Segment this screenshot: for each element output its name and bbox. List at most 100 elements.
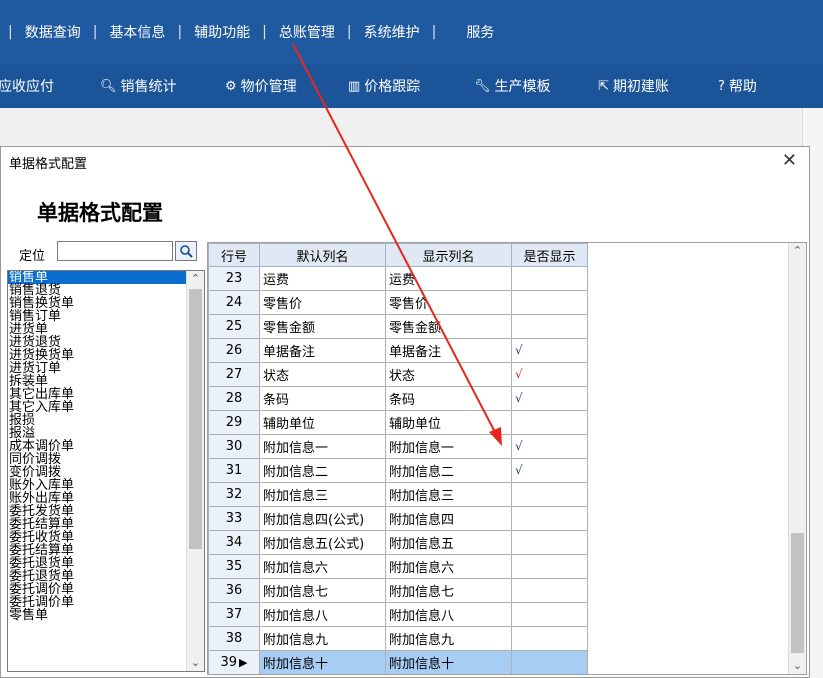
display-name-cell[interactable]: 运费 bbox=[385, 266, 512, 291]
table-row[interactable]: 33 附加信息四(公式) 附加信息四 bbox=[208, 506, 588, 531]
menu-item-3[interactable]: 总账管理 bbox=[279, 22, 335, 42]
row-number-cell[interactable]: 31 bbox=[208, 458, 260, 483]
display-name-cell[interactable]: 条码 bbox=[385, 386, 512, 411]
table-row[interactable]: 23 运费 运费 bbox=[208, 266, 588, 291]
row-number-cell[interactable]: 36 bbox=[208, 578, 260, 603]
display-name-cell[interactable]: 附加信息九 bbox=[385, 626, 512, 651]
row-number-cell[interactable]: 26 bbox=[208, 338, 260, 363]
row-number-cell[interactable]: 34 bbox=[208, 530, 260, 555]
doc-type-list[interactable]: 销售单 销售退货 销售换货单 销售订单 进货单 进货退货 进货换货单 进货订单 拆装单 其它出库单… bbox=[7, 270, 205, 672]
show-checkbox-cell[interactable] bbox=[511, 602, 588, 627]
show-checkbox-cell[interactable] bbox=[511, 578, 588, 603]
show-checkbox-cell[interactable]: √ bbox=[511, 458, 588, 483]
toolbar-item-1[interactable]: 🔍︎ 销售统计 bbox=[100, 76, 177, 96]
table-row[interactable]: 35 附加信息六 附加信息六 bbox=[208, 554, 588, 579]
display-name-cell[interactable]: 零售价 bbox=[385, 290, 512, 315]
row-number-cell[interactable]: 39 ▶ bbox=[208, 650, 260, 674]
row-number-cell[interactable]: 38 bbox=[208, 626, 260, 651]
display-name-cell[interactable]: 附加信息七 bbox=[385, 578, 512, 603]
table-row[interactable]: 31 附加信息二 附加信息二 √ bbox=[208, 458, 588, 483]
row-number-cell[interactable]: 27 bbox=[208, 362, 260, 387]
col-header-show[interactable]: 是否显示 bbox=[511, 243, 588, 267]
row-number-cell[interactable]: 35 bbox=[208, 554, 260, 579]
table-row[interactable]: 39 ▶ 附加信息十 附加信息十 bbox=[208, 650, 588, 674]
toolbar-item-label: 物价管理 bbox=[240, 79, 297, 95]
table-row[interactable]: 26 单据备注 单据备注 √ bbox=[208, 338, 588, 363]
toolbar-item-0[interactable]: 应收应付 bbox=[0, 76, 54, 96]
menu-item-4[interactable]: 系统维护 bbox=[364, 22, 420, 42]
display-name-cell[interactable]: 附加信息一 bbox=[385, 434, 512, 459]
row-number-cell[interactable]: 28 bbox=[208, 386, 260, 411]
table-row[interactable]: 32 附加信息三 附加信息三 bbox=[208, 482, 588, 507]
table-row[interactable]: 34 附加信息五(公式) 附加信息五 bbox=[208, 530, 588, 555]
display-name-cell[interactable]: 状态 bbox=[385, 362, 512, 387]
row-number-cell[interactable]: 32 bbox=[208, 482, 260, 507]
scrollbar-thumb[interactable] bbox=[189, 289, 202, 549]
row-number-cell[interactable]: 37 bbox=[208, 602, 260, 627]
show-checkbox-cell[interactable] bbox=[511, 554, 588, 579]
scrollbar-thumb[interactable] bbox=[791, 533, 804, 653]
display-name-cell[interactable]: 附加信息四 bbox=[385, 506, 512, 531]
table-row[interactable]: 29 辅助单位 辅助单位 bbox=[208, 410, 588, 435]
display-name-cell[interactable]: 附加信息六 bbox=[385, 554, 512, 579]
toolbar-item-5[interactable]: ⇱ 期初建账 bbox=[598, 76, 669, 96]
col-header-default-name[interactable]: 默认列名 bbox=[259, 243, 386, 267]
table-row[interactable]: 30 附加信息一 附加信息一 √ bbox=[208, 434, 588, 459]
row-number-cell[interactable]: 33 bbox=[208, 506, 260, 531]
table-row[interactable]: 37 附加信息八 附加信息八 bbox=[208, 602, 588, 627]
menu-item-0[interactable]: 数据查询 bbox=[25, 22, 81, 42]
menu-item-5[interactable]: 服务 bbox=[466, 22, 494, 42]
grid-scrollbar[interactable]: ⌃ ⌄ bbox=[788, 243, 806, 674]
show-checkbox-cell[interactable] bbox=[511, 314, 588, 339]
row-number-cell[interactable]: 30 bbox=[208, 434, 260, 459]
show-checkbox-cell[interactable] bbox=[511, 530, 588, 555]
locate-input[interactable] bbox=[57, 241, 173, 261]
scroll-up-icon[interactable]: ⌃ bbox=[187, 271, 204, 287]
search-icon[interactable] bbox=[175, 241, 197, 261]
show-checkbox-cell[interactable] bbox=[511, 626, 588, 651]
toolbar-item-4[interactable]: 🔧︎ 生产模板 bbox=[474, 76, 551, 96]
display-name-cell[interactable]: 单据备注 bbox=[385, 338, 512, 363]
display-name-cell[interactable]: 附加信息二 bbox=[385, 458, 512, 483]
show-checkbox-cell[interactable]: √ bbox=[511, 362, 588, 387]
display-name-cell[interactable]: 零售金额 bbox=[385, 314, 512, 339]
menu-item-1[interactable]: 基本信息 bbox=[109, 22, 165, 42]
display-name-cell[interactable]: 附加信息三 bbox=[385, 482, 512, 507]
row-number: 30 bbox=[225, 439, 243, 454]
table-row[interactable]: 24 零售价 零售价 bbox=[208, 290, 588, 315]
show-checkbox-cell[interactable] bbox=[511, 266, 588, 291]
show-checkbox-cell[interactable] bbox=[511, 506, 588, 531]
table-row[interactable]: 38 附加信息九 附加信息九 bbox=[208, 626, 588, 651]
show-checkbox-cell[interactable] bbox=[511, 482, 588, 507]
table-row[interactable]: 28 条码 条码 √ bbox=[208, 386, 588, 411]
list-item[interactable]: 零售单 bbox=[8, 609, 186, 622]
table-row[interactable]: 27 状态 状态 √ bbox=[208, 362, 588, 387]
scroll-down-icon[interactable]: ⌄ bbox=[789, 658, 806, 674]
toolbar-item-6[interactable]: ? 帮助 bbox=[718, 76, 757, 96]
show-checkbox-cell[interactable]: √ bbox=[511, 338, 588, 363]
doc-list-scrollbar[interactable]: ⌃ ⌄ bbox=[186, 271, 204, 671]
table-row[interactable]: 25 零售金额 零售金额 bbox=[208, 314, 588, 339]
row-number-cell[interactable]: 25 bbox=[208, 314, 260, 339]
display-name-cell[interactable]: 附加信息十 bbox=[385, 650, 512, 674]
table-row[interactable]: 36 附加信息七 附加信息七 bbox=[208, 578, 588, 603]
toolbar-item-2[interactable]: ⚙ 物价管理 bbox=[225, 76, 297, 96]
row-number-cell[interactable]: 23 bbox=[208, 266, 260, 291]
show-checkbox-cell[interactable] bbox=[511, 290, 588, 315]
col-header-row-number[interactable]: 行号 bbox=[208, 243, 260, 267]
show-checkbox-cell[interactable] bbox=[511, 650, 588, 674]
col-header-display-name[interactable]: 显示列名 bbox=[385, 243, 512, 267]
display-name-cell[interactable]: 附加信息五 bbox=[385, 530, 512, 555]
scroll-down-icon[interactable]: ⌄ bbox=[187, 655, 204, 671]
row-number-cell[interactable]: 29 bbox=[208, 410, 260, 435]
menu-item-2[interactable]: 辅助功能 bbox=[194, 22, 250, 42]
scroll-up-icon[interactable]: ⌃ bbox=[789, 243, 806, 259]
toolbar-item-3[interactable]: ▥ 价格跟踪 bbox=[348, 76, 420, 96]
row-number-cell[interactable]: 24 bbox=[208, 290, 260, 315]
close-icon[interactable]: ✕ bbox=[782, 150, 797, 171]
show-checkbox-cell[interactable]: √ bbox=[511, 434, 588, 459]
show-checkbox-cell[interactable]: √ bbox=[511, 386, 588, 411]
display-name-cell[interactable]: 附加信息八 bbox=[385, 602, 512, 627]
display-name-cell[interactable]: 辅助单位 bbox=[385, 410, 512, 435]
show-checkbox-cell[interactable] bbox=[511, 410, 588, 435]
